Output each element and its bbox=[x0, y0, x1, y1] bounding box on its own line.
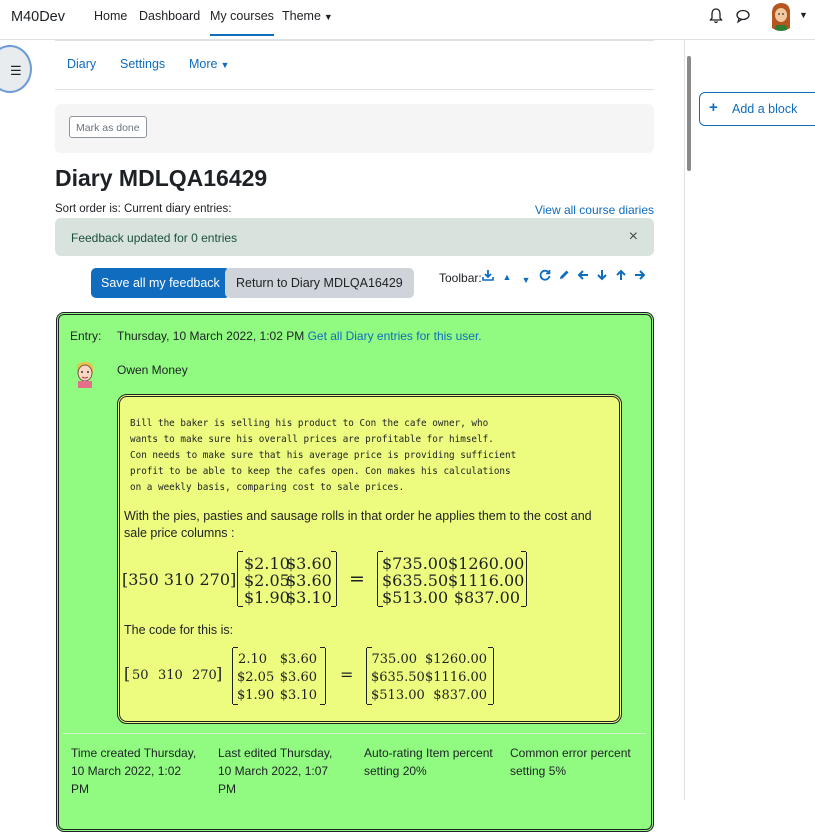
list-icon: ☰ bbox=[10, 63, 22, 78]
sort-asc-icon[interactable]: ▲ bbox=[499, 269, 515, 285]
matrix-equation-1: [350 310 270] $2.10 $3.60 $2.05 $3.60 $1… bbox=[122, 551, 602, 608]
tab-diary[interactable]: Diary bbox=[67, 57, 96, 71]
plus-icon: + bbox=[709, 99, 718, 116]
view-all-diaries-link[interactable]: View all course diaries bbox=[535, 203, 654, 217]
chevron-down-icon: ▼ bbox=[323, 12, 333, 22]
entry-date-text: Thursday, 10 March 2022, 1:02 PM bbox=[117, 329, 305, 343]
nav-theme-label: Theme bbox=[282, 9, 321, 23]
refresh-icon[interactable] bbox=[537, 269, 553, 285]
row-vector-close: ] bbox=[216, 664, 223, 683]
nav-my-courses[interactable]: My courses bbox=[210, 9, 274, 36]
arrow-left-icon[interactable] bbox=[575, 269, 591, 285]
course-index-toggle[interactable]: ☰ bbox=[0, 45, 32, 93]
nav-dashboard[interactable]: Dashboard bbox=[139, 9, 200, 23]
entry-paragraph: With the pies, pasties and sausage rolls… bbox=[124, 509, 592, 540]
result-matrix: $735.00 $1260.00 $635.50 $1116.00 $513.0… bbox=[377, 551, 527, 607]
matrix-equation-2: [ 50 310 270 ] 2.10 $3.60 $2.05 $3.60 $1… bbox=[124, 647, 604, 706]
tab-settings[interactable]: Settings bbox=[120, 57, 165, 71]
user-name: Owen Money bbox=[117, 363, 188, 377]
last-edited: Last edited Thursday, 10 March 2022, 1:0… bbox=[218, 746, 333, 796]
scrollbar[interactable] bbox=[687, 56, 691, 171]
chevron-down-icon[interactable]: ▼ bbox=[799, 10, 815, 26]
download-icon[interactable] bbox=[480, 269, 496, 285]
common-error-setting: Common error percent setting 5% bbox=[510, 746, 631, 778]
alert-message: Feedback updated for 0 entries bbox=[71, 231, 238, 245]
get-all-entries-link[interactable]: Get all Diary entries for this user. bbox=[308, 329, 482, 343]
divider bbox=[55, 40, 654, 41]
add-block-label: Add a block bbox=[732, 102, 798, 116]
chat-icon[interactable] bbox=[735, 8, 751, 24]
time-created: Time created Thursday, 10 March 2022, 1:… bbox=[71, 746, 197, 796]
auto-rating-setting: Auto-rating Item percent setting 20% bbox=[364, 746, 493, 778]
code-label: The code for this is: bbox=[124, 623, 234, 637]
sort-desc-icon[interactable]: ▼ bbox=[518, 272, 534, 288]
nav-theme[interactable]: Theme ▼ bbox=[282, 9, 333, 23]
sort-order-text: Sort order is: Current diary entries: bbox=[55, 203, 232, 215]
row-vector: [350 310 270] bbox=[122, 570, 237, 589]
feedback-alert: Feedback updated for 0 entries × bbox=[55, 218, 654, 256]
cost-matrix: $2.10 $3.60 $2.05 $3.60 $1.90 $3.10 bbox=[237, 551, 337, 607]
mark-as-done-button[interactable]: Mark as done bbox=[69, 116, 147, 138]
site-brand[interactable]: M40Dev bbox=[11, 9, 65, 25]
return-to-diary-button[interactable]: Return to Diary MDLQA16429 bbox=[225, 268, 414, 298]
tab-more[interactable]: More ▼ bbox=[189, 57, 229, 71]
entry-label: Entry: bbox=[70, 329, 102, 343]
completion-panel: Mark as done bbox=[55, 104, 654, 153]
cost-matrix-2: 2.10 $3.60 $2.05 $3.60 $1.90 $3.10 bbox=[232, 647, 326, 705]
entry-date: Thursday, 10 March 2022, 1:02 PM Get all… bbox=[117, 329, 482, 343]
page-title: Diary MDLQA16429 bbox=[55, 165, 268, 191]
bell-icon[interactable] bbox=[709, 8, 725, 24]
row-vector-open: [ bbox=[124, 664, 131, 683]
equals-sign: = bbox=[340, 665, 354, 684]
entry-code-text: Bill the baker is selling his product to… bbox=[130, 418, 517, 493]
equals-sign: = bbox=[349, 568, 365, 590]
top-navbar: M40Dev Home Dashboard My courses Theme ▼ … bbox=[0, 0, 815, 40]
arrow-right-icon[interactable] bbox=[632, 269, 648, 285]
chevron-down-icon: ▼ bbox=[220, 60, 230, 70]
close-icon[interactable]: × bbox=[629, 228, 638, 246]
result-matrix-2: 735.00 $1260.00 $635.50 $1116.00 $513.00… bbox=[366, 647, 494, 705]
drawer-divider bbox=[684, 40, 685, 800]
user-avatar[interactable] bbox=[766, 1, 796, 31]
toolbar-label: Toolbar: bbox=[439, 271, 482, 285]
secondary-navigation: Diary Settings More ▼ bbox=[55, 42, 654, 90]
arrow-up-icon[interactable] bbox=[613, 269, 629, 285]
nav-home[interactable]: Home bbox=[94, 9, 127, 23]
arrow-down-icon[interactable] bbox=[594, 269, 610, 285]
tab-more-label: More bbox=[189, 57, 218, 71]
pencil-icon[interactable] bbox=[556, 269, 572, 285]
divider bbox=[63, 733, 646, 734]
save-feedback-button[interactable]: Save all my feedback bbox=[91, 268, 230, 298]
add-block-button[interactable]: + Add a block bbox=[699, 92, 815, 126]
user-avatar[interactable] bbox=[73, 360, 97, 388]
